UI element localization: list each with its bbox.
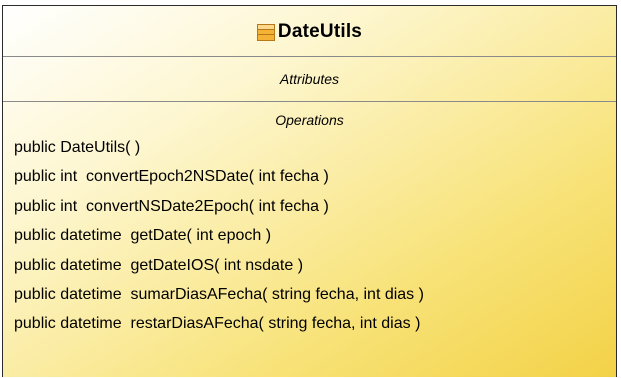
operations-list: public DateUtils( ) public int convertEp… [3, 133, 616, 339]
attributes-compartment: Attributes [3, 57, 616, 102]
operations-compartment: Operations public DateUtils( ) public in… [3, 102, 616, 339]
class-icon [256, 23, 275, 41]
operation-item[interactable]: public datetime sumarDiasAFecha( string … [3, 280, 616, 309]
operation-item[interactable]: public DateUtils( ) [3, 133, 616, 162]
uml-class-box[interactable]: DateUtils Attributes Operations public D… [2, 5, 617, 377]
operations-title: Operations [275, 112, 344, 128]
attributes-title: Attributes [279, 71, 340, 87]
operation-item[interactable]: public datetime restarDiasAFecha( string… [3, 309, 616, 338]
operation-item[interactable]: public int convertNSDate2Epoch( int fech… [3, 192, 616, 221]
class-name: DateUtils [277, 21, 363, 42]
class-header: DateUtils [3, 6, 616, 57]
operation-item[interactable]: public datetime getDateIOS( int nsdate ) [3, 251, 616, 280]
operation-item[interactable]: public datetime getDate( int epoch ) [3, 221, 616, 250]
operation-item[interactable]: public int convertEpoch2NSDate( int fech… [3, 162, 616, 191]
